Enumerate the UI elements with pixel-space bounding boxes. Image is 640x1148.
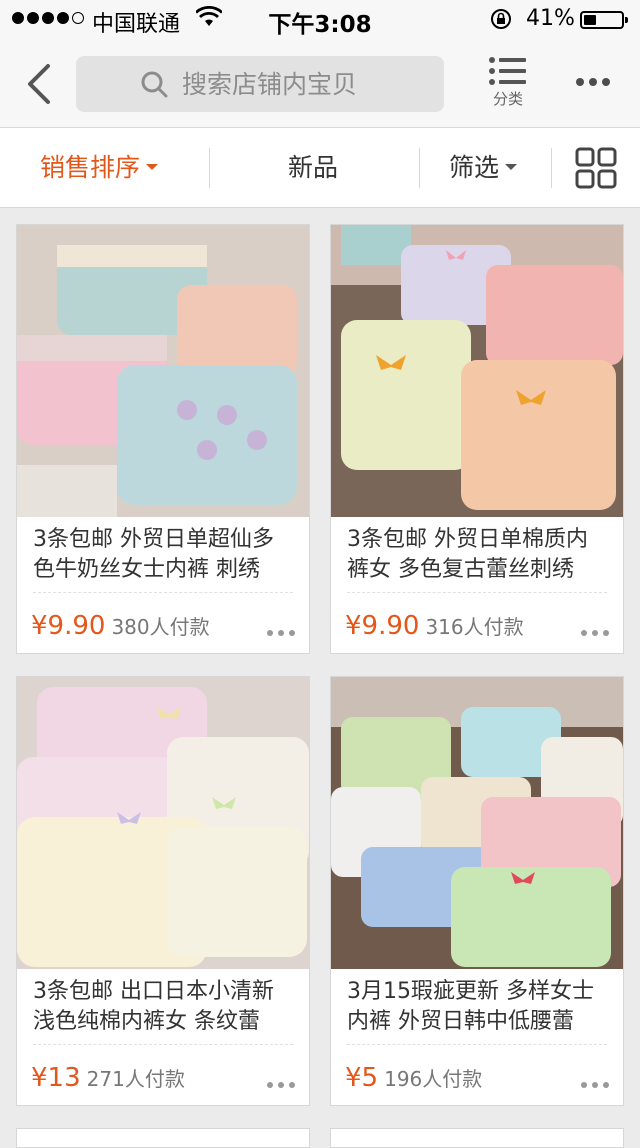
tab-filter[interactable]: 筛选	[449, 128, 518, 208]
product-price: ¥9.90	[345, 611, 420, 641]
more-options-icon[interactable]	[267, 1082, 295, 1088]
tab-sales-sort[interactable]: 销售排序	[40, 128, 159, 208]
back-arrow-icon[interactable]	[20, 62, 60, 106]
tab-new-label: 新品	[288, 153, 339, 182]
tab-filter-label: 筛选	[449, 153, 500, 182]
sold-count: 271人付款	[86, 1067, 185, 1091]
product-card[interactable]: 3条包邮 出口日本小清新浅色纯棉内裤女 条纹蕾 ¥13 271人付款	[16, 676, 310, 1106]
status-bar: 中国联通 下午3:08 41%	[0, 0, 640, 40]
product-image	[17, 225, 309, 517]
divider	[419, 148, 420, 188]
product-title: 3月15瑕疵更新 多样女士内裤 外贸日韩中低腰蕾	[347, 979, 594, 1034]
divider	[209, 148, 210, 188]
product-price: ¥5	[345, 1063, 379, 1093]
search-input[interactable]	[182, 56, 432, 112]
category-button[interactable]: 分类	[482, 56, 534, 118]
product-price: ¥9.90	[31, 611, 106, 641]
product-price-row: ¥9.90 316人付款	[345, 609, 524, 644]
more-options-icon[interactable]	[576, 74, 616, 90]
product-card[interactable]	[16, 1128, 310, 1148]
product-title: 3条包邮 外贸日单超仙多色牛奶丝女士内裤 刺绣	[33, 527, 274, 582]
product-card[interactable]	[330, 1128, 624, 1148]
divider	[347, 1044, 607, 1045]
product-price-row: ¥9.90 380人付款	[31, 609, 210, 644]
rotation-lock-icon	[491, 9, 511, 29]
search-box[interactable]	[76, 56, 444, 112]
more-options-icon[interactable]	[581, 630, 609, 636]
sold-count: 380人付款	[111, 615, 210, 639]
caret-down-icon	[146, 164, 159, 170]
divider	[33, 592, 293, 593]
tab-sales-sort-label: 销售排序	[40, 153, 141, 182]
search-icon	[141, 71, 168, 98]
product-price-row: ¥13 271人付款	[31, 1061, 185, 1096]
product-price-row: ¥5 196人付款	[345, 1061, 482, 1096]
more-options-icon[interactable]	[267, 630, 295, 636]
divider	[347, 592, 607, 593]
product-card[interactable]: 3条包邮 外贸日单超仙多色牛奶丝女士内裤 刺绣 ¥9.90 380人付款	[16, 224, 310, 654]
navigation-bar: 分类	[0, 40, 640, 128]
product-image	[331, 225, 623, 517]
list-icon	[489, 57, 526, 85]
battery-icon	[580, 11, 628, 29]
caret-down-icon	[505, 164, 518, 170]
product-card[interactable]: 3月15瑕疵更新 多样女士内裤 外贸日韩中低腰蕾 ¥5 196人付款	[330, 676, 624, 1106]
product-image	[17, 677, 309, 969]
product-card[interactable]: 3条包邮 外贸日单棉质内裤女 多色复古蕾丝刺绣 ¥9.90 316人付款	[330, 224, 624, 654]
filter-bar: 销售排序 新品 筛选	[0, 128, 640, 208]
product-image	[331, 677, 623, 969]
sold-count: 316人付款	[425, 615, 524, 639]
battery-percent: 41%	[526, 6, 575, 31]
category-label: 分类	[492, 90, 523, 108]
divider	[551, 148, 552, 188]
product-price: ¥13	[31, 1063, 81, 1093]
product-title: 3条包邮 出口日本小清新浅色纯棉内裤女 条纹蕾	[33, 979, 274, 1034]
sold-count: 196人付款	[384, 1067, 483, 1091]
grid-view-icon[interactable]	[574, 146, 618, 190]
divider	[33, 1044, 293, 1045]
product-title: 3条包邮 外贸日单棉质内裤女 多色复古蕾丝刺绣	[347, 527, 588, 582]
more-options-icon[interactable]	[581, 1082, 609, 1088]
tab-new[interactable]: 新品	[288, 128, 338, 208]
